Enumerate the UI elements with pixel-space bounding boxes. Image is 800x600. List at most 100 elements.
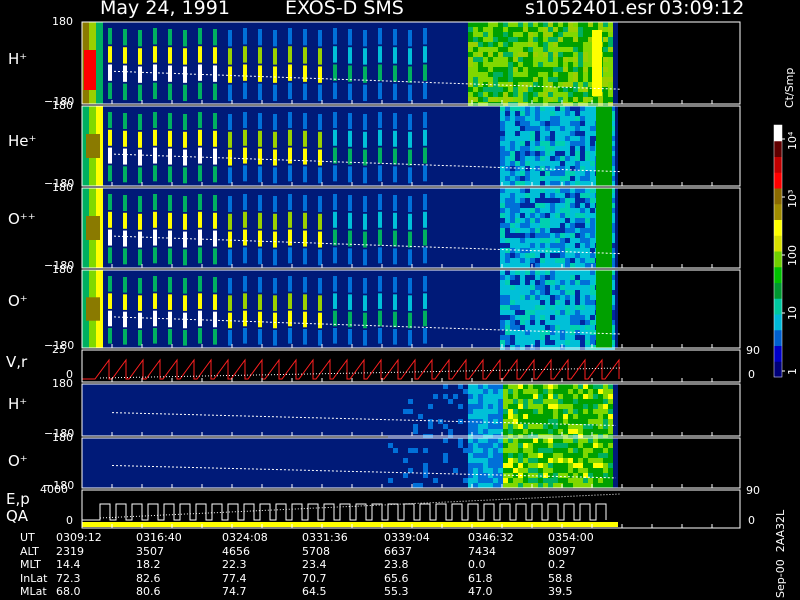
- flux-pixel: [560, 161, 565, 166]
- flux-pixel: [478, 419, 483, 424]
- flux-pixel: [428, 468, 433, 473]
- ephemeris-cell: 65.6: [384, 571, 409, 585]
- flux-pixel: [388, 458, 393, 463]
- flux-pixel: [468, 47, 473, 52]
- flux-pixel: [525, 198, 530, 203]
- flux-pixel: [525, 253, 530, 258]
- flux-pixel: [443, 448, 448, 453]
- flux-pixel: [433, 468, 438, 473]
- spin-stripe: [408, 131, 412, 148]
- flux-pixel: [483, 92, 488, 97]
- panel-label-h-plus: H⁺: [8, 50, 28, 68]
- flux-pixel: [473, 77, 478, 82]
- peak-flux-region: [86, 216, 100, 240]
- flux-pixel: [408, 384, 413, 389]
- flux-pixel: [608, 414, 613, 419]
- flux-pixel: [535, 243, 540, 248]
- flux-pixel: [513, 438, 518, 443]
- flux-pixel: [473, 394, 478, 399]
- flux-pixel: [388, 438, 393, 443]
- flux-pixel: [550, 126, 555, 131]
- flux-pixel: [545, 106, 550, 111]
- flux-pixel: [413, 468, 418, 473]
- flux-pixel: [515, 223, 520, 228]
- flux-pixel: [448, 409, 453, 414]
- flux-pixel: [498, 478, 503, 483]
- spin-stripe: [288, 82, 292, 100]
- flux-pixel: [548, 42, 553, 47]
- flux-pixel: [510, 310, 515, 315]
- spin-stripe: [228, 231, 232, 248]
- flux-pixel: [398, 399, 403, 404]
- flux-pixel: [458, 424, 463, 429]
- flux-pixel: [518, 57, 523, 62]
- flux-pixel: [418, 424, 423, 429]
- flux-pixel: [473, 67, 478, 72]
- spin-stripe: [168, 83, 172, 101]
- flux-pixel: [548, 404, 553, 409]
- flux-pixel: [483, 404, 488, 409]
- flux-pixel: [505, 121, 510, 126]
- flux-pixel: [478, 42, 483, 47]
- flux-pixel: [535, 280, 540, 285]
- flux-pixel: [515, 290, 520, 295]
- flux-pixel: [388, 389, 393, 394]
- flux-pixel: [515, 208, 520, 213]
- flux-pixel: [473, 414, 478, 419]
- right-axis-tick-top: 90: [746, 484, 760, 497]
- flux-pixel: [570, 116, 575, 121]
- flux-pixel: [473, 92, 478, 97]
- flux-pixel: [483, 414, 488, 419]
- flux-pixel: [545, 176, 550, 181]
- spin-stripe: [243, 310, 247, 327]
- flux-pixel: [428, 414, 433, 419]
- flux-pixel: [503, 424, 508, 429]
- flux-pixel: [463, 483, 468, 488]
- peak-flux-region: [84, 50, 96, 90]
- flux-pixel: [553, 424, 558, 429]
- flux-pixel: [510, 171, 515, 176]
- flux-pixel: [483, 419, 488, 424]
- spin-stripe: [198, 211, 202, 228]
- flux-pixel: [580, 151, 585, 156]
- flux-pixel: [538, 458, 543, 463]
- spin-stripe: [378, 310, 382, 327]
- flux-pixel: [555, 258, 560, 263]
- flux-pixel: [438, 463, 443, 468]
- flux-pixel: [573, 399, 578, 404]
- flux-pixel: [608, 419, 613, 424]
- spin-stripe: [318, 167, 322, 184]
- flux-pixel: [575, 116, 580, 121]
- flux-pixel: [540, 253, 545, 258]
- flux-pixel: [468, 87, 473, 92]
- flux-pixel: [573, 42, 578, 47]
- flux-pixel: [488, 458, 493, 463]
- flux-pixel: [573, 22, 578, 27]
- flux-pixel: [488, 468, 493, 473]
- flux-pixel: [530, 203, 535, 208]
- spin-stripe: [378, 28, 382, 45]
- flux-pixel: [523, 57, 528, 62]
- flux-pixel: [558, 473, 563, 478]
- flux-pixel: [505, 275, 510, 280]
- header-date: May 24, 1991: [100, 0, 230, 19]
- flux-pixel: [508, 32, 513, 37]
- flux-pixel: [503, 399, 508, 404]
- flux-pixel: [508, 72, 513, 77]
- flux-pixel: [438, 384, 443, 389]
- spin-stripe: [168, 277, 172, 293]
- flux-pixel: [500, 126, 505, 131]
- flux-pixel: [508, 438, 513, 443]
- flux-pixel: [473, 424, 478, 429]
- flux-pixel: [510, 188, 515, 193]
- flux-pixel: [423, 458, 428, 463]
- flux-pixel: [525, 305, 530, 310]
- flux-pixel: [553, 92, 558, 97]
- flux-pixel: [398, 443, 403, 448]
- flux-pixel: [555, 275, 560, 280]
- flux-pixel: [550, 223, 555, 228]
- flux-pixel: [585, 253, 590, 258]
- spin-stripe: [378, 328, 382, 344]
- spin-stripe: [333, 82, 337, 100]
- flux-pixel: [548, 399, 553, 404]
